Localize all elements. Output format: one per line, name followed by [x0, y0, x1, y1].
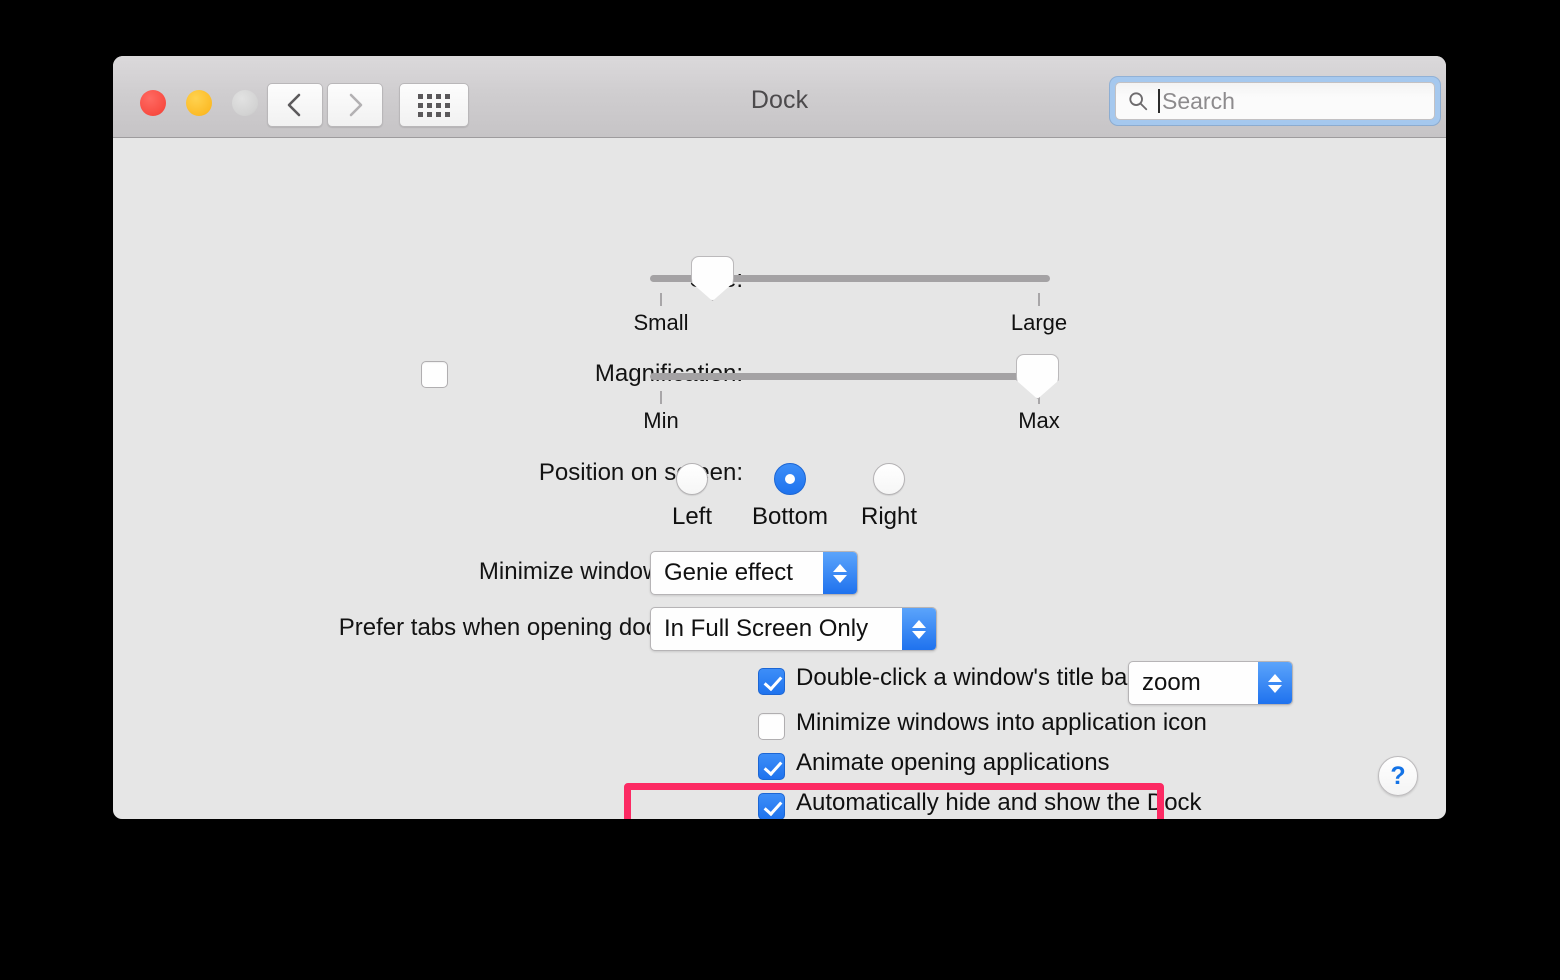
chevron-up-icon: [1268, 673, 1282, 682]
minimize-into-icon-checkbox[interactable]: [758, 713, 785, 740]
minimize-effect-stepper[interactable]: [823, 552, 857, 594]
size-slider-thumb[interactable]: [691, 256, 734, 301]
chevron-down-icon: [1268, 684, 1282, 693]
double-click-action-popup[interactable]: zoom: [1128, 661, 1293, 705]
double-click-title-bar-checkbox[interactable]: [758, 668, 785, 695]
system-preferences-window: Dock Search Size: Small Large Magnificat…: [113, 56, 1446, 819]
position-radio-right[interactable]: [873, 463, 905, 495]
magnification-slider-thumb[interactable]: [1016, 354, 1059, 399]
position-on-screen-label: Position on screen:: [538, 459, 743, 486]
chevron-down-icon: [912, 630, 926, 639]
double-click-title-bar-label: Double-click a window's title bar to: [796, 664, 1163, 691]
search-icon: [1129, 92, 1148, 111]
size-slider-tick-small: [660, 293, 662, 306]
prefer-tabs-popup[interactable]: In Full Screen Only: [650, 607, 937, 651]
magnification-slider-max-label: Max: [1018, 408, 1060, 433]
double-click-action-stepper[interactable]: [1258, 662, 1292, 704]
animate-opening-checkbox[interactable]: [758, 753, 785, 780]
animate-opening-label: Animate opening applications: [796, 749, 1110, 776]
animate-opening-row: Animate opening applications: [758, 749, 1110, 785]
minimize-into-icon-label: Minimize windows into application icon: [796, 709, 1207, 736]
auto-hide-dock-row: Automatically hide and show the Dock: [758, 789, 1202, 819]
double-click-title-bar-row: Double-click a window's title bar to: [758, 664, 1162, 700]
preferences-content: Size: Small Large Magnification: Min Max…: [113, 138, 1446, 819]
chevron-down-icon: [833, 574, 847, 583]
minimize-effect-value: Genie effect: [664, 559, 793, 586]
minimize-effect-popup[interactable]: Genie effect: [650, 551, 858, 595]
chevron-up-icon: [833, 563, 847, 572]
search-field-focus-ring: Search: [1110, 77, 1440, 125]
help-icon: ?: [1390, 761, 1406, 790]
chevron-up-icon: [912, 619, 926, 628]
size-slider-tick-large: [1038, 293, 1040, 306]
text-cursor: [1158, 89, 1160, 113]
position-label-right: Right: [860, 503, 918, 530]
help-button[interactable]: ?: [1378, 756, 1418, 796]
magnification-slider-track[interactable]: [650, 373, 1050, 380]
size-slider-max-label: Large: [1010, 310, 1068, 335]
position-radio-left[interactable]: [676, 463, 708, 495]
auto-hide-dock-label: Automatically hide and show the Dock: [796, 789, 1202, 816]
auto-hide-dock-checkbox[interactable]: [758, 793, 785, 819]
window-toolbar: Dock Search: [113, 56, 1446, 138]
search-placeholder: Search: [1162, 87, 1235, 114]
prefer-tabs-stepper[interactable]: [902, 608, 936, 650]
prefer-tabs-value: In Full Screen Only: [664, 615, 869, 642]
position-radio-bottom[interactable]: [774, 463, 806, 495]
search-input[interactable]: Search: [1115, 82, 1435, 120]
magnification-slider-min-label: Min: [643, 408, 679, 433]
minimize-into-icon-row: Minimize windows into application icon: [758, 709, 1207, 745]
size-slider-min-label: Small: [633, 310, 689, 335]
double-click-action-value: zoom: [1142, 669, 1201, 696]
magnification-slider-tick-min: [660, 391, 662, 404]
